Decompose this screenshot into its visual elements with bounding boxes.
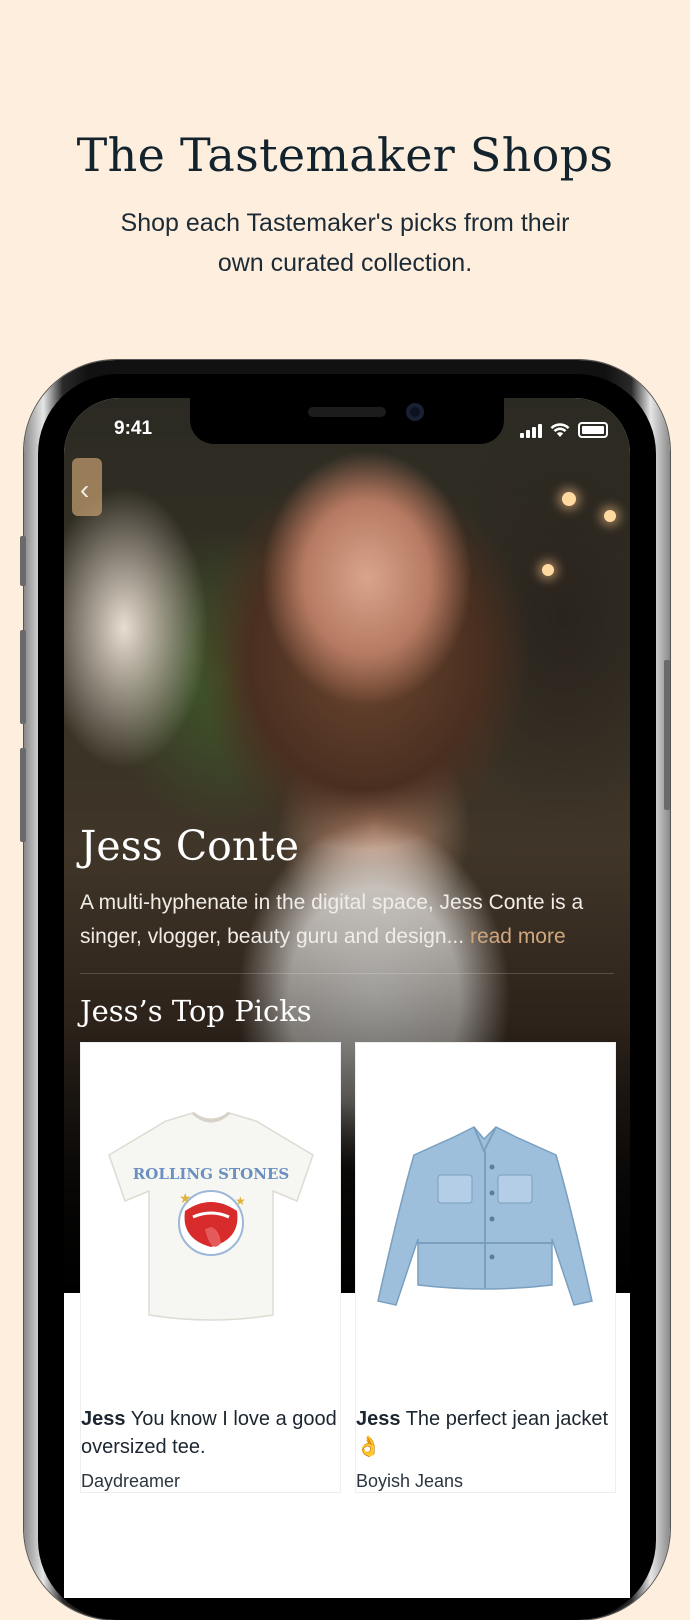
pick-blurb: Jess You know I love a good oversized te… (81, 1408, 337, 1458)
svg-text:★: ★ (235, 1194, 246, 1208)
volume-up-button (20, 630, 26, 724)
svg-text:★: ★ (179, 1190, 192, 1206)
chevron-left-icon: ‹ (80, 474, 90, 505)
mute-switch (20, 536, 26, 586)
top-picks-title: Jess’s Top Picks (80, 994, 312, 1028)
volume-down-button (20, 748, 26, 842)
jean-jacket-image[interactable] (356, 1043, 615, 1393)
app-screen: 9:41 ‹ Jess Conte A multi-hyphenate in t… (64, 398, 630, 1598)
svg-text:ROLLING STONES: ROLLING STONES (133, 1165, 289, 1183)
profile-name: Jess Conte (80, 822, 300, 870)
status-icons (520, 422, 608, 438)
pick-brand[interactable]: Boyish Jeans (356, 1471, 615, 1492)
camera-icon (406, 403, 424, 421)
status-time: 9:41 (114, 418, 153, 439)
pick-brand[interactable]: Daydreamer (81, 1471, 340, 1492)
product-card[interactable]: ROLLING STONES ★ ★ Jess You know I love … (80, 1042, 341, 1493)
battery-icon (578, 422, 608, 438)
profile-bio: A multi-hyphenate in the digital space, … (80, 891, 584, 948)
product-card[interactable]: Jess The perfect jean jacket 👌 Boyish Je… (355, 1042, 616, 1493)
promo-subhead: Shop each Tastemaker's picks from their … (120, 209, 570, 277)
pick-blurb: Jess The perfect jean jacket 👌 (356, 1408, 609, 1458)
cellular-signal-icon (520, 424, 542, 438)
power-button (664, 660, 670, 810)
rolling-stones-tee-image[interactable]: ROLLING STONES ★ ★ (81, 1043, 340, 1393)
notch (190, 398, 504, 444)
divider (80, 973, 614, 974)
read-more-link[interactable]: read more (470, 925, 566, 948)
wifi-icon (550, 423, 570, 437)
promo-headline: The Tastemaker Shops (76, 128, 614, 182)
back-button[interactable]: ‹ (80, 474, 89, 506)
